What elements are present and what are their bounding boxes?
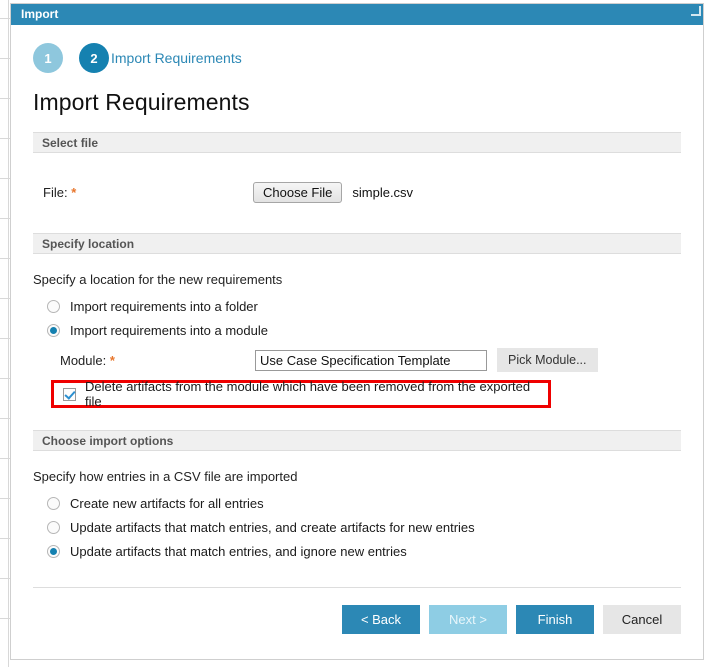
import-options-hint: Specify how entries in a CSV file are im… [33, 469, 298, 484]
radio-icon-update-and-ignore[interactable] [47, 545, 60, 558]
section-body-select-file: File: * Choose File simple.csv [33, 153, 681, 233]
back-button[interactable]: < Back [342, 605, 420, 634]
footer-divider [33, 587, 681, 588]
module-row: Module: * Pick Module... [33, 348, 681, 372]
import-dialog: Import 1 2 Import Requirements Import Re… [10, 3, 704, 660]
section-header-specify-location: Specify location [33, 233, 681, 254]
radio-import-into-module[interactable]: Import requirements into a module [33, 323, 681, 338]
dialog-title: Import [21, 7, 59, 21]
delete-artifacts-highlight: Delete artifacts from the module which h… [51, 379, 551, 409]
wizard-step-2-number: 2 [90, 50, 98, 66]
location-hint: Specify a location for the new requireme… [33, 272, 283, 287]
radio-update-and-create[interactable]: Update artifacts that match entries, and… [33, 520, 681, 535]
resize-grip-icon[interactable] [691, 6, 701, 16]
module-required-marker: * [109, 352, 115, 368]
radio-import-into-folder[interactable]: Import requirements into a folder [33, 299, 681, 314]
page-title: Import Requirements [33, 89, 250, 115]
file-label-group: File: * [33, 185, 253, 200]
delete-artifacts-checkbox[interactable] [63, 387, 76, 401]
radio-label-create-new-artifacts: Create new artifacts for all entries [70, 496, 264, 511]
section-header-import-options: Choose import options [33, 430, 681, 451]
wizard-step-1[interactable]: 1 [33, 43, 63, 73]
radio-icon-module[interactable] [47, 324, 60, 337]
screen: Import 1 2 Import Requirements Import Re… [0, 0, 708, 667]
file-required-marker: * [71, 184, 77, 200]
section-body-specify-location: Specify a location for the new requireme… [33, 254, 681, 430]
finish-button[interactable]: Finish [516, 605, 594, 634]
radio-icon-create-new[interactable] [47, 497, 60, 510]
radio-label-import-into-folder: Import requirements into a folder [70, 299, 258, 314]
delete-artifacts-label: Delete artifacts from the module which h… [85, 379, 531, 409]
radio-icon-folder[interactable] [47, 300, 60, 313]
selected-file-name: simple.csv [352, 184, 414, 200]
radio-label-update-and-ignore: Update artifacts that match entries, and… [70, 544, 407, 559]
wizard-steps: 1 2 Import Requirements [33, 25, 681, 73]
module-input[interactable] [255, 349, 487, 371]
radio-create-new-artifacts[interactable]: Create new artifacts for all entries [33, 496, 681, 511]
choose-file-button[interactable]: Choose File [253, 181, 343, 203]
file-label: File: [43, 184, 68, 200]
wizard-step-1-number: 1 [44, 50, 52, 66]
radio-label-update-and-create: Update artifacts that match entries, and… [70, 520, 475, 535]
cancel-button[interactable]: Cancel [603, 605, 681, 634]
module-label: Module: [60, 352, 107, 368]
wizard-step-2-label: Import Requirements [111, 50, 242, 66]
radio-icon-update-and-create[interactable] [47, 521, 60, 534]
radio-update-and-ignore[interactable]: Update artifacts that match entries, and… [33, 544, 681, 559]
dialog-titlebar: Import [11, 4, 703, 25]
radio-label-import-into-module: Import requirements into a module [70, 323, 268, 338]
section-header-select-file: Select file [33, 132, 681, 153]
pick-module-button[interactable]: Pick Module... [497, 348, 598, 372]
module-label-group: Module: * [33, 353, 255, 368]
next-button: Next > [429, 605, 507, 634]
dialog-footer: < Back Next > Finish Cancel [33, 605, 681, 634]
wizard-step-2[interactable]: 2 [79, 43, 109, 73]
file-row: File: * Choose File simple.csv [33, 179, 681, 205]
section-body-import-options: Specify how entries in a CSV file are im… [33, 451, 681, 580]
dialog-content: 1 2 Import Requirements Import Requireme… [11, 25, 703, 659]
